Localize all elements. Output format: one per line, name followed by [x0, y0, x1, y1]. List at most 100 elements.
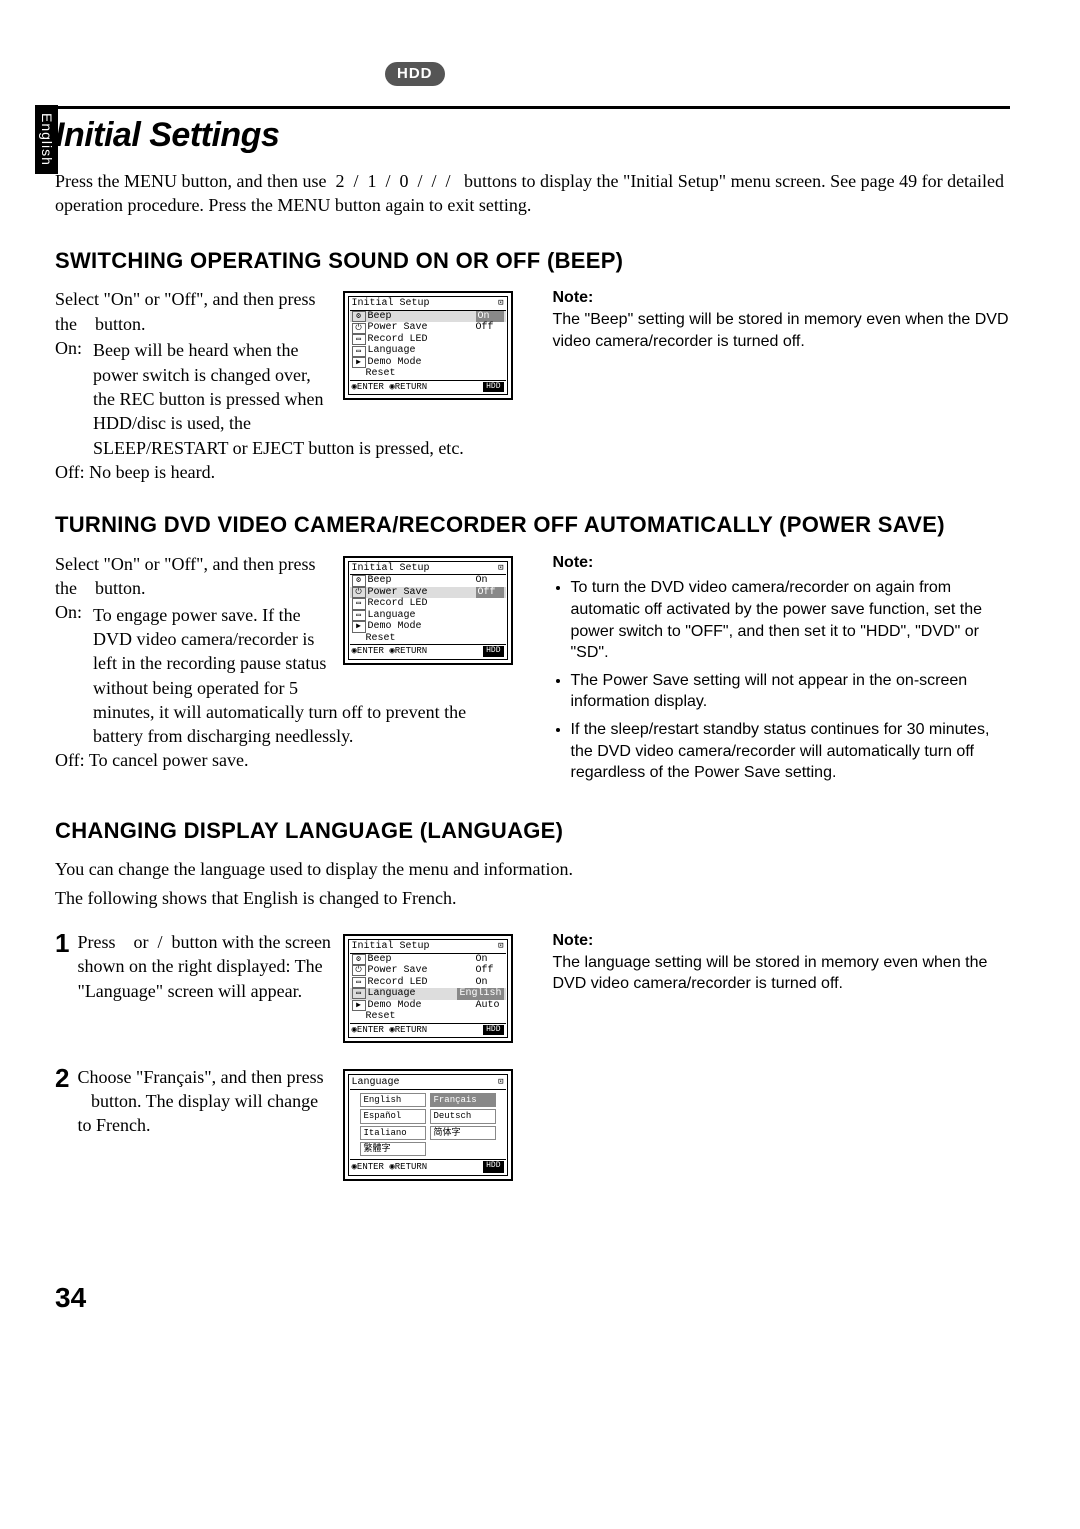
list-item: To turn the DVD video camera/recorder on… — [571, 577, 1011, 663]
page-title: Initial Settings — [55, 113, 1010, 159]
footer-return: RETURN — [395, 1162, 427, 1172]
beep-note-text: The "Beep" setting will be stored in mem… — [553, 309, 1011, 352]
language-tab: English — [35, 105, 58, 174]
note-label: Note: — [553, 287, 1011, 309]
menu-value: On — [476, 311, 504, 323]
powersave-notes-list: To turn the DVD video camera/recorder on… — [571, 577, 1011, 783]
lang-option: English — [360, 1093, 426, 1107]
menu-icon: ▶ — [352, 1000, 366, 1011]
menu-screenshot-powersave: Initial Setup⊡ ⚙BeepOn ⏻Power SaveOff ▭R… — [343, 556, 513, 665]
intro-paragraph: Press the MENU button, and then use 2 / … — [55, 169, 1010, 218]
menu-icon: ▭ — [352, 977, 366, 988]
menu-icon: ⚙ — [352, 575, 366, 586]
menu-title: Initial Setup — [352, 298, 430, 310]
menu-value: English — [457, 988, 503, 1000]
menu-icon: ▶ — [352, 357, 366, 368]
menu-value: Auto — [476, 1000, 504, 1012]
section-beep-heading: SWITCHING OPERATING SOUND ON OR OFF (BEE… — [55, 246, 1010, 276]
list-item: If the sleep/restart standby status cont… — [571, 719, 1011, 784]
menu-value: Off — [476, 322, 504, 334]
menu-item: Power Save — [368, 322, 428, 334]
powersave-off-text: To cancel power save. — [89, 750, 249, 770]
page-number: 34 — [55, 1279, 1010, 1317]
menu-icon: ⚙ — [352, 954, 366, 965]
menu-item: Language — [368, 988, 416, 1000]
footer-hdd: HDD — [483, 646, 503, 656]
menu-item: Language — [368, 345, 416, 357]
lang-option-selected: Français — [430, 1093, 496, 1107]
footer-enter: ENTER — [357, 382, 384, 392]
lang-option: 简体字 — [430, 1126, 496, 1140]
menu-item: Demo Mode — [368, 621, 422, 633]
menu-screenshot-language: Initial Setup⊡ ⚙BeepOn ⏻Power SaveOff ▭R… — [343, 934, 513, 1043]
step-2-number: 2 — [55, 1065, 69, 1091]
menu-item: Beep — [368, 311, 392, 323]
menu-screenshot-beep: Initial Setup⊡ ⚙BeepOn ⏻Power SaveOff ▭R… — [343, 291, 513, 400]
footer-return: RETURN — [395, 1025, 427, 1035]
footer-enter: ENTER — [357, 1162, 384, 1172]
language-note-text: The language setting will be stored in m… — [553, 952, 1011, 995]
menu-icon: ▶ — [352, 621, 366, 632]
footer-enter: ENTER — [357, 1025, 384, 1035]
menu-item: Beep — [368, 954, 392, 966]
section-language-heading: CHANGING DISPLAY LANGUAGE (LANGUAGE) — [55, 816, 1010, 846]
note-label: Note: — [553, 552, 1011, 574]
menu-icon: ▭ — [352, 334, 366, 345]
footer-enter: ENTER — [357, 646, 384, 656]
menu-item: Demo Mode — [368, 357, 422, 369]
menu-icon: ⏻ — [352, 587, 366, 598]
language-intro2: The following shows that English is chan… — [55, 886, 1010, 910]
menu-icon: ▭ — [352, 988, 366, 999]
menu-icon: ⚙ — [352, 311, 366, 322]
lang-menu-title: Language — [352, 1076, 400, 1090]
hdd-badge: HDD — [385, 62, 445, 86]
menu-value: Off — [476, 587, 504, 599]
menu-item: Reset — [366, 633, 396, 645]
menu-item: Reset — [366, 368, 396, 380]
step-1-number: 1 — [55, 930, 69, 956]
note-label: Note: — [553, 930, 1011, 952]
menu-item: Reset — [366, 1011, 396, 1023]
section-powersave-heading: TURNING DVD VIDEO CAMERA/RECORDER OFF AU… — [55, 510, 1010, 540]
lang-option: Italiano — [360, 1126, 426, 1140]
camera-icon: ⊡ — [498, 298, 503, 310]
menu-item: Power Save — [368, 587, 428, 599]
camera-icon: ⊡ — [498, 563, 503, 575]
on-label: On: — [55, 338, 82, 358]
menu-value: On — [476, 977, 504, 989]
menu-item: Record LED — [368, 977, 428, 989]
top-rule — [55, 106, 1010, 109]
menu-icon: ▭ — [352, 610, 366, 621]
off-label: Off: — [55, 750, 85, 770]
language-intro1: You can change the language used to disp… — [55, 857, 1010, 881]
beep-off-text: No beep is heard. — [89, 462, 215, 482]
footer-hdd: HDD — [483, 1161, 503, 1173]
footer-hdd: HDD — [483, 1025, 503, 1035]
menu-item: Record LED — [368, 334, 428, 346]
footer-return: RETURN — [395, 646, 427, 656]
footer-hdd: HDD — [483, 382, 503, 392]
menu-value: On — [476, 575, 504, 587]
menu-item: Demo Mode — [368, 1000, 422, 1012]
on-label: On: — [55, 602, 82, 622]
menu-item: Record LED — [368, 598, 428, 610]
footer-return: RETURN — [395, 382, 427, 392]
menu-icon: ▭ — [352, 346, 366, 357]
camera-icon: ⊡ — [498, 1076, 503, 1090]
menu-item: Language — [368, 610, 416, 622]
menu-value: On — [476, 954, 504, 966]
menu-value: Off — [476, 965, 504, 977]
menu-item: Beep — [368, 575, 392, 587]
lang-option: 繁體字 — [360, 1142, 426, 1156]
menu-icon: ▭ — [352, 598, 366, 609]
menu-item: Power Save — [368, 965, 428, 977]
menu-title: Initial Setup — [352, 941, 430, 953]
list-item: The Power Save setting will not appear i… — [571, 670, 1011, 713]
menu-title: Initial Setup — [352, 563, 430, 575]
menu-icon: ⏻ — [352, 965, 366, 976]
lang-option: Deutsch — [430, 1109, 496, 1123]
language-menu-screenshot: Language ⊡ English Français Español Deuts… — [343, 1069, 513, 1181]
lang-option: Español — [360, 1109, 426, 1123]
camera-icon: ⊡ — [498, 941, 503, 953]
off-label: Off: — [55, 462, 85, 482]
